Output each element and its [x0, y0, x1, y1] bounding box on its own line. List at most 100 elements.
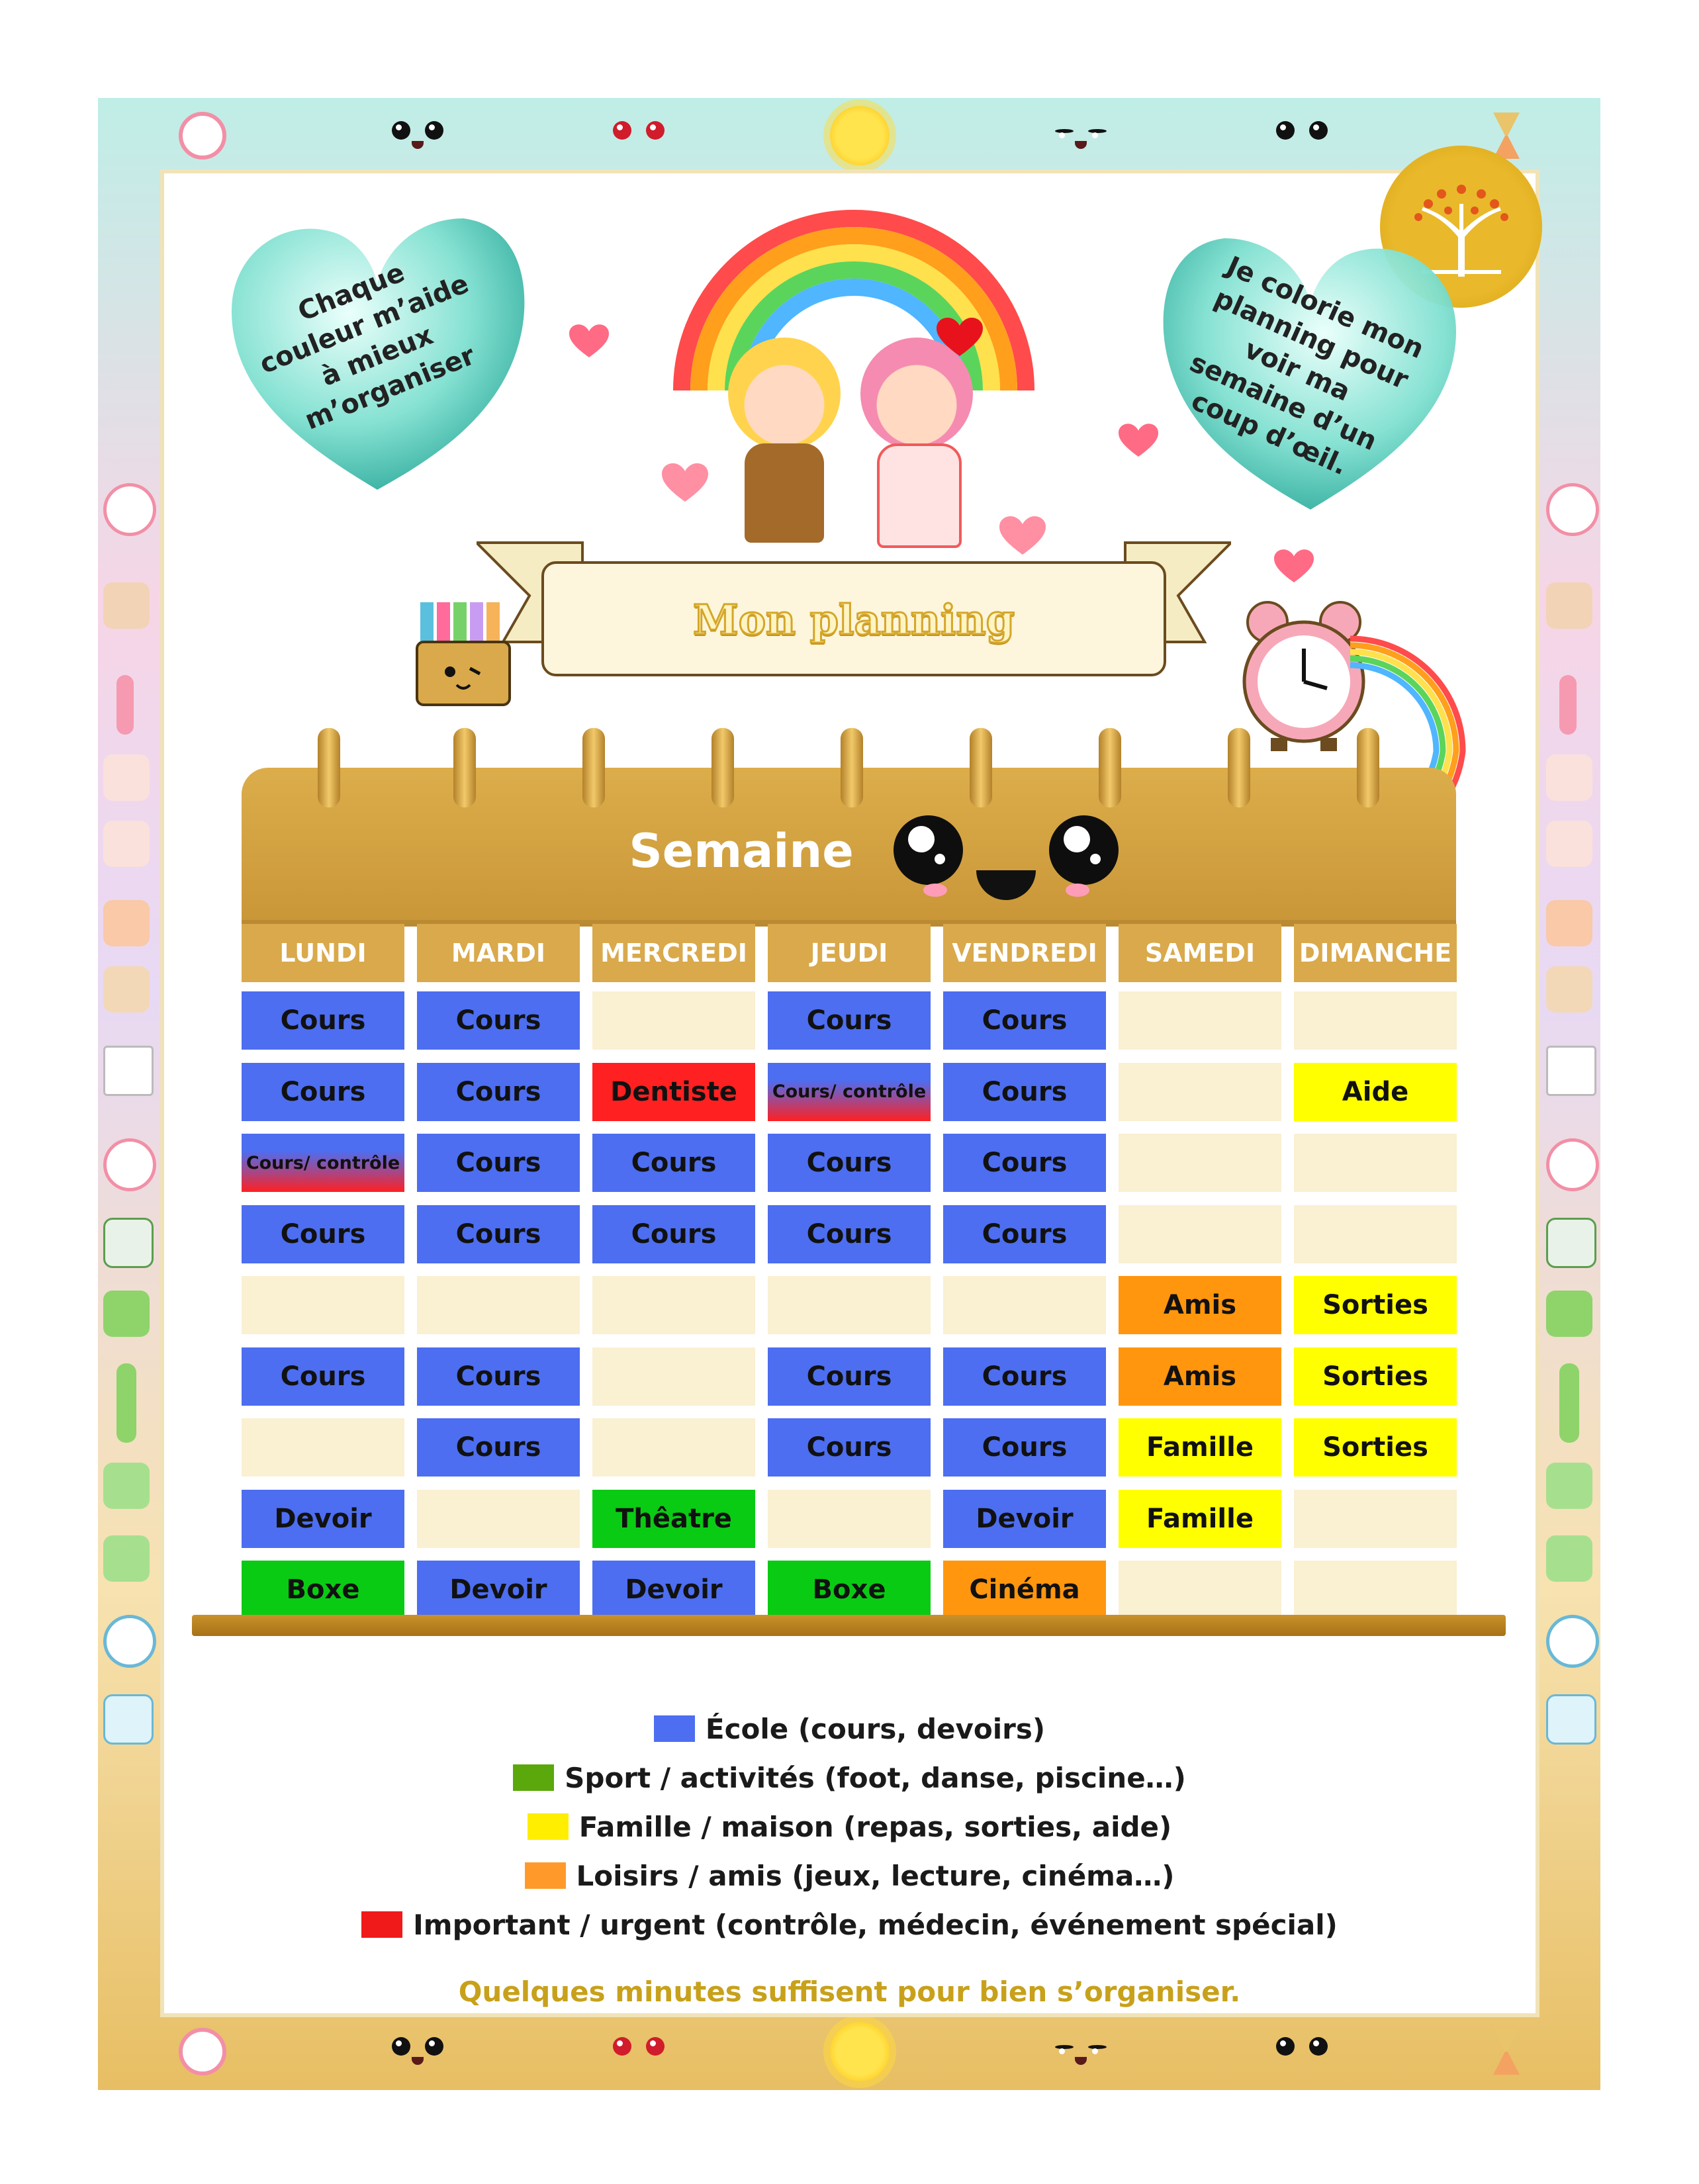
- schedule-cell: [1294, 1134, 1457, 1192]
- heart-icon: [1274, 549, 1314, 582]
- schedule-cell: Cours: [417, 1347, 580, 1406]
- schedule-cell: [417, 1276, 580, 1334]
- alarm-clock-icon: [103, 1138, 156, 1191]
- schedule-cell: Cours: [768, 1418, 931, 1477]
- crayon-box-icon: [103, 1291, 150, 1337]
- schedule-cell: [242, 1418, 404, 1477]
- color-legend: École (cours, devoirs) Sport / activités…: [0, 1704, 1699, 1949]
- calendar-ring: [1228, 728, 1250, 807]
- schedule-cell: [1294, 1561, 1457, 1619]
- legend-swatch: [653, 1715, 695, 1742]
- schedule-cell: Cours/ contrôle: [768, 1062, 931, 1121]
- schedule-cell: [1119, 1062, 1281, 1121]
- schedule-cell: Cours: [768, 991, 931, 1050]
- sun-icon: [830, 2022, 890, 2081]
- calendar-title: Semaine: [629, 824, 854, 878]
- right-sticker-strip: [1541, 463, 1600, 1754]
- schedule-cell: Cinéma: [943, 1561, 1106, 1619]
- schedule-cell: Boxe: [768, 1561, 931, 1619]
- eraser-icon: [103, 821, 150, 867]
- schedule-cell: [1294, 1205, 1457, 1263]
- schedule-cell: [1294, 1489, 1457, 1548]
- banner-title: Mon planning: [692, 595, 1016, 645]
- schedule-cell: Amis: [1119, 1276, 1281, 1334]
- hourglass-icon: [1493, 2028, 1520, 2075]
- eraser-icon: [1546, 754, 1592, 801]
- pencil-icon: [116, 675, 134, 735]
- calendar-icon: [1546, 1218, 1596, 1268]
- crayon-box-icon: [1546, 1291, 1592, 1337]
- schedule-cell: [592, 1347, 755, 1406]
- left-sticker-strip: [98, 463, 158, 1754]
- todo-list-icon: [103, 1046, 154, 1096]
- todo-list-icon: [1546, 1046, 1596, 1096]
- wood-block-icon: [103, 966, 150, 1013]
- schedule-cell: [768, 1276, 931, 1334]
- heart-icon: [662, 463, 708, 502]
- alarm-clock-icon: [103, 1615, 156, 1668]
- schedule-cell: [1119, 1134, 1281, 1192]
- schedule-cell: Dentiste: [592, 1062, 755, 1121]
- notepad-icon: [1546, 1535, 1592, 1582]
- day-header-dimanche: DIMANCHE: [1294, 924, 1457, 982]
- schedule-cell: Cours: [768, 1205, 931, 1263]
- schedule-cell: Boxe: [242, 1561, 404, 1619]
- calendar-base: [192, 1615, 1506, 1636]
- alarm-clock-icon: [179, 112, 226, 159]
- alarm-clock-icon: [1546, 483, 1599, 536]
- worried-face-icon: [1272, 116, 1332, 156]
- schedule-cell: [1119, 1561, 1281, 1619]
- schedule-cell: Sorties: [1294, 1276, 1457, 1334]
- calendar-rings: [242, 728, 1456, 814]
- schedule-cell: Thêatre: [592, 1489, 755, 1548]
- schedule-cell: [1294, 991, 1457, 1050]
- schedule-cell: Sorties: [1294, 1347, 1457, 1406]
- legend-label: École (cours, devoirs): [705, 1712, 1046, 1745]
- heart-eyes-face-icon: [609, 2032, 668, 2071]
- schedule-cell: Devoir: [417, 1561, 580, 1619]
- day-header-vendredi: VENDREDI: [943, 924, 1106, 982]
- calendar-ring: [712, 728, 734, 807]
- legend-item-leisure: Loisirs / amis (jeux, lecture, cinéma…): [0, 1851, 1699, 1900]
- legend-swatch: [527, 1813, 569, 1840]
- green-pencil-icon: [116, 1363, 136, 1443]
- legend-item-important: Important / urgent (contrôle, médecin, é…: [0, 1900, 1699, 1949]
- schedule-cell: [943, 1276, 1106, 1334]
- alarm-clock-icon: [1546, 1615, 1599, 1668]
- calendar-ring: [970, 728, 992, 807]
- legend-label: Famille / maison (repas, sorties, aide): [578, 1810, 1172, 1843]
- calendar-ring: [841, 728, 863, 807]
- schedule-cell: Cours: [242, 991, 404, 1050]
- legend-label: Important / urgent (contrôle, médecin, é…: [413, 1908, 1338, 1941]
- sad-face-icon: [1051, 116, 1111, 156]
- schedule-cell: Cours: [943, 1205, 1106, 1263]
- hourglass-icon: [1493, 113, 1520, 159]
- wood-block-icon: [1546, 900, 1592, 946]
- kawaii-face-icon: [894, 807, 1119, 907]
- heart-eyes-face-icon: [609, 116, 668, 156]
- schedule-cell: Cours: [417, 1134, 580, 1192]
- legend-item-sport: Sport / activités (foot, danse, piscine……: [0, 1753, 1699, 1802]
- schedule-cell: Cours: [592, 1134, 755, 1192]
- schedule-cell: [417, 1489, 580, 1548]
- schedule-cell: Amis: [1119, 1347, 1281, 1406]
- notepad-icon: [1546, 1463, 1592, 1509]
- schedule-cell: Cours: [943, 1062, 1106, 1121]
- calendar-icon: [103, 1218, 154, 1268]
- schedule-cell: Cours/ contrôle: [242, 1134, 404, 1192]
- schedule-cell: [1119, 1205, 1281, 1263]
- calendar-ring: [318, 728, 340, 807]
- schedule-cell: Cours: [417, 991, 580, 1050]
- happy-face-icon: [388, 116, 447, 156]
- schedule-cell: Cours: [242, 1062, 404, 1121]
- wood-block-icon: [103, 900, 150, 946]
- calendar-ring: [1099, 728, 1121, 807]
- legend-item-family: Famille / maison (repas, sorties, aide): [0, 1802, 1699, 1851]
- schedule-cell: Cours: [242, 1205, 404, 1263]
- schedule-cell: Cours: [417, 1205, 580, 1263]
- tagline: Quelques minutes suffisent pour bien s’o…: [458, 1976, 1241, 2008]
- schedule-cell: Cours: [417, 1418, 580, 1477]
- eraser-icon: [1546, 821, 1592, 867]
- schedule-cell: Cours: [943, 1347, 1106, 1406]
- eraser-icon: [103, 754, 150, 801]
